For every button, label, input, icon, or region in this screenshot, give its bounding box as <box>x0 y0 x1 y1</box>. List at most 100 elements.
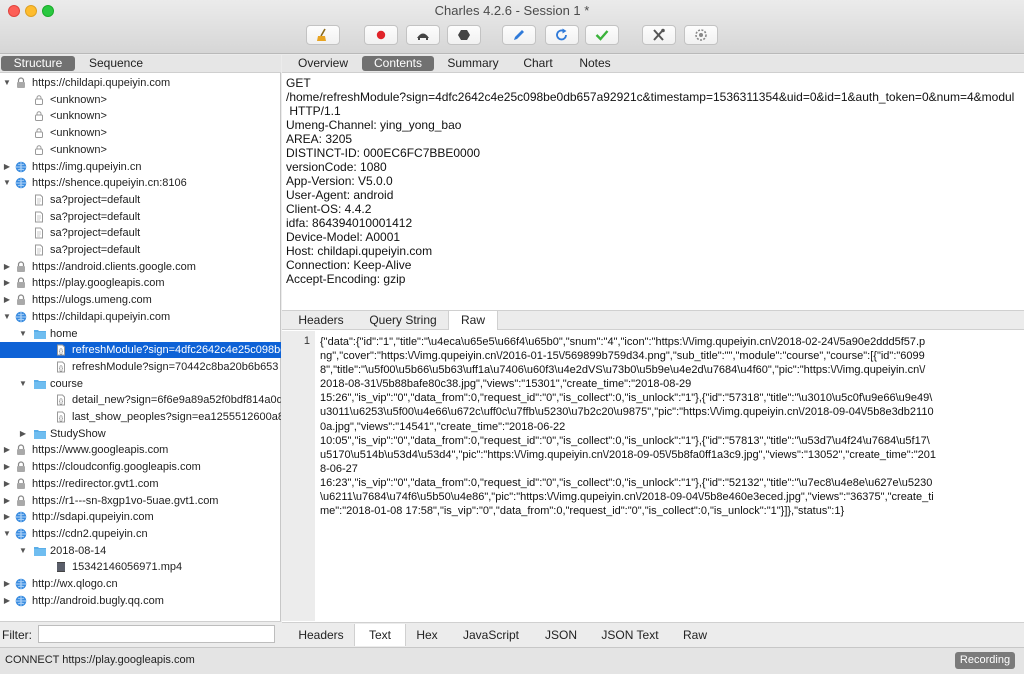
tab-response-text[interactable]: Text <box>354 624 406 646</box>
disclosure-collapsed-icon[interactable]: ▶ <box>2 275 12 291</box>
tree-row[interactable]: ▶ https://www.googleapis.com <box>0 442 281 458</box>
response-body: 1 {"data":{"id":"1","title":"\u4eca\u65e… <box>282 331 1024 621</box>
tree-row[interactable]: ▶ https://redirector.gvt1.com <box>0 476 281 492</box>
disclosure-collapsed-icon[interactable]: ▶ <box>2 459 12 475</box>
tree-row[interactable]: ▼ 2018-08-14 <box>0 543 281 559</box>
disclosure-expanded-icon[interactable]: ▼ <box>18 543 28 559</box>
disclosure-collapsed-icon[interactable]: ▶ <box>2 442 12 458</box>
disclosure-collapsed-icon[interactable]: ▶ <box>2 292 12 308</box>
tab-response-hex[interactable]: Hex <box>410 624 444 646</box>
tree-row[interactable]: ▼ home <box>0 326 281 342</box>
repeat-button[interactable] <box>545 25 579 45</box>
compose-button[interactable] <box>502 25 536 45</box>
disclosure-collapsed-icon[interactable]: ▶ <box>2 576 12 592</box>
disclosure-expanded-icon[interactable]: ▼ <box>18 326 28 342</box>
tree-row[interactable]: ▼ https://childapi.qupeiyin.com <box>0 75 281 91</box>
tab-request-headers[interactable]: Headers <box>292 311 350 330</box>
tree-row-label: sa?project=default <box>50 227 141 240</box>
tree-row[interactable]: sa?project=default <box>0 209 281 225</box>
tab-response-headers[interactable]: Headers <box>292 624 350 646</box>
disclosure-expanded-icon[interactable]: ▼ <box>2 75 12 91</box>
throttle-button[interactable] <box>406 25 440 45</box>
tab-response-json-text[interactable]: JSON Text <box>596 624 664 646</box>
disclosure-expanded-icon[interactable]: ▼ <box>2 309 12 325</box>
disclosure-collapsed-icon[interactable]: ▶ <box>2 159 12 175</box>
tree-row[interactable]: ▶ https://play.googleapis.com <box>0 275 281 291</box>
tree-row[interactable]: ▼ https://shence.qupeiyin.cn:8106 <box>0 175 281 191</box>
tree-row[interactable]: {} refreshModule?sign=70442c8ba20b6b653 <box>0 359 281 375</box>
globe-icon <box>15 177 27 191</box>
tab-query-string[interactable]: Query String <box>364 311 442 330</box>
tree-row[interactable]: ▼ https://cdn2.qupeiyin.cn <box>0 526 281 542</box>
tab-sequence[interactable]: Sequence <box>80 56 152 73</box>
lock-icon <box>15 494 27 509</box>
globe-icon <box>15 161 27 175</box>
tab-notes[interactable]: Notes <box>574 56 616 71</box>
tools-button[interactable] <box>642 25 676 45</box>
line-number-gutter: 1 <box>282 331 315 621</box>
repeat-refresh-icon <box>556 28 567 41</box>
tab-summary[interactable]: Summary <box>442 56 504 71</box>
tree-row[interactable]: <unknown> <box>0 142 281 158</box>
tree-row[interactable]: <unknown> <box>0 92 281 108</box>
tree-row[interactable]: sa?project=default <box>0 225 281 241</box>
tree-row[interactable]: ▶ http://android.bugly.qq.com <box>0 593 281 609</box>
tree-row[interactable]: {} refreshModule?sign=4dfc2642c4e25c098be… <box>0 342 281 359</box>
disclosure-collapsed-icon[interactable]: ▶ <box>2 509 12 525</box>
disclosure-collapsed-icon[interactable]: ▶ <box>2 476 12 492</box>
tree-row[interactable]: sa?project=default <box>0 242 281 258</box>
tree-row[interactable]: ▶ https://ulogs.umeng.com <box>0 292 281 308</box>
tree-row[interactable]: <unknown> <box>0 108 281 124</box>
disclosure-expanded-icon[interactable]: ▼ <box>18 376 28 392</box>
structure-panel: Structure Sequence ▼ https://childapi.qup… <box>0 55 281 647</box>
tree-row[interactable]: {} detail_new?sign=6f6e9a89a52f0bdf814a0d <box>0 392 281 408</box>
filter-input[interactable] <box>38 625 275 643</box>
tab-overview[interactable]: Overview <box>292 56 354 71</box>
tree-row[interactable]: ▶ StudyShow <box>0 426 281 442</box>
tab-response-raw[interactable]: Raw <box>678 624 712 646</box>
record-button[interactable] <box>364 25 398 45</box>
tree-row[interactable]: ▶ https://android.clients.google.com <box>0 259 281 275</box>
disclosure-expanded-icon[interactable]: ▼ <box>2 526 12 542</box>
response-json-line: 15:26","is_vip":"0","data_from":0,"reque… <box>320 392 933 405</box>
disclosure-collapsed-icon[interactable]: ▶ <box>2 593 12 609</box>
tree-row[interactable]: {} last_show_peoples?sign=ea1255512600a8c <box>0 409 281 425</box>
tree-row[interactable]: sa?project=default <box>0 192 281 208</box>
tree-row[interactable]: ▶ https://cloudconfig.googleapis.com <box>0 459 281 475</box>
tab-contents[interactable]: Contents <box>362 56 434 71</box>
disclosure-collapsed-icon[interactable]: ▶ <box>2 493 12 509</box>
settings-gear-icon <box>695 29 707 41</box>
tree-row-label: https://play.googleapis.com <box>32 277 165 290</box>
lock-icon <box>15 444 27 458</box>
tree-row[interactable]: ▶ http://sdapi.qupeiyin.com <box>0 509 281 525</box>
tree-row[interactable]: ▶ http://wx.qlogo.cn <box>0 576 281 592</box>
clear-session-button[interactable] <box>306 25 340 45</box>
tree-row-label: https://www.googleapis.com <box>32 444 169 457</box>
breakpoints-button[interactable] <box>447 25 481 45</box>
tree-row[interactable]: ▼ course <box>0 376 281 392</box>
tree-row-label: https://img.qupeiyin.cn <box>32 160 142 173</box>
tree-row-label: sa?project=default <box>50 193 141 206</box>
tree-row[interactable]: 15342146056971.mp4 <box>0 559 281 575</box>
disclosure-expanded-icon[interactable]: ▼ <box>2 175 12 191</box>
tree-row[interactable]: ▶ https://r1---sn-8xgp1vo-5uae.gvt1.com <box>0 493 281 509</box>
tab-chart[interactable]: Chart <box>518 56 558 71</box>
tools-icon <box>653 28 665 41</box>
lock-icon <box>15 277 27 291</box>
validate-button[interactable] <box>585 25 619 45</box>
folder-icon <box>33 428 47 442</box>
recording-badge[interactable]: Recording <box>955 652 1015 669</box>
tab-response-json[interactable]: JSON <box>540 624 582 646</box>
tab-structure[interactable]: Structure <box>1 56 75 71</box>
disclosure-collapsed-icon[interactable]: ▶ <box>18 426 28 442</box>
disclosure-collapsed-icon[interactable]: ▶ <box>2 259 12 275</box>
tree-row-label: refreshModule?sign=4dfc2642c4e25c098be0d… <box>72 344 281 357</box>
svg-text:{}: {} <box>59 399 63 405</box>
response-json-text: {"data":{"id":"1","title":"\u4eca\u65e5\… <box>320 335 1020 617</box>
tab-request-raw[interactable]: Raw <box>448 311 498 330</box>
tree-row[interactable]: ▶ https://img.qupeiyin.cn <box>0 159 281 175</box>
tree-row[interactable]: ▼ https://childapi.qupeiyin.com <box>0 309 281 325</box>
tab-response-javascript[interactable]: JavaScript <box>458 624 524 646</box>
settings-button[interactable] <box>684 25 718 45</box>
tree-row[interactable]: <unknown> <box>0 125 281 141</box>
